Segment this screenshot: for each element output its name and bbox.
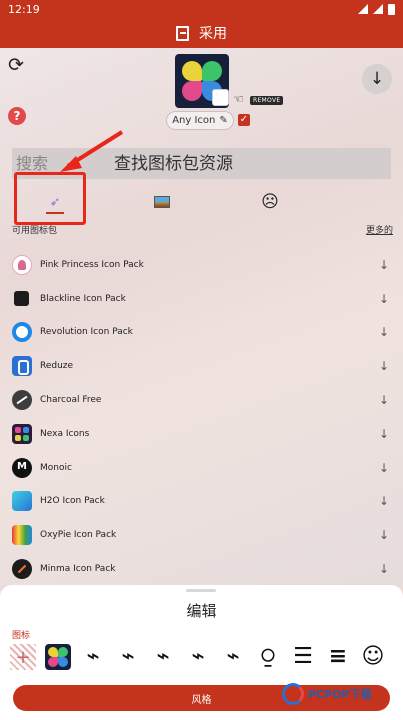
squiggle-icon[interactable]: ⌁ <box>220 644 246 670</box>
watermark-text: PCPOP下载 <box>308 688 372 701</box>
pack-name: Monoic <box>40 462 72 473</box>
pack-name: Charcoal Free <box>40 395 102 406</box>
icon-strip: ⌁ ⌁ ⌁ ⌁ ⌁ ⍜ ☰ ≡ ☺ <box>10 643 403 671</box>
pack-name: Revolution Icon Pack <box>40 327 133 338</box>
squiggle-icon[interactable]: ⌁ <box>150 644 176 670</box>
list-item[interactable]: Pink Princess Icon Pack ↓ <box>0 248 403 282</box>
section-title: 可用图标包 <box>12 226 58 236</box>
status-time: 12:19 <box>8 2 40 16</box>
pencil-icon: ✎ <box>219 115 228 126</box>
download-icon[interactable]: ↓ <box>379 258 389 272</box>
add-icon[interactable] <box>10 644 36 670</box>
any-icon-label: Any Icon <box>172 115 216 126</box>
wifi-signal-icon <box>358 4 368 14</box>
hamburger-menu-icon[interactable]: ☰ <box>290 644 316 670</box>
pointing-hand-icon: ☜ <box>233 92 244 106</box>
status-icons <box>358 3 395 15</box>
watermark-logo: PCPOP下载 <box>282 683 372 705</box>
main-panel: ⟳ ↓ ? ☜ REMOVE Any Icon ✎ ✓ 查找图标包资源 ➶ ☹ … <box>0 48 403 585</box>
pack-name: Minma Icon Pack <box>40 564 116 575</box>
pack-name: Blackline Icon Pack <box>40 293 126 304</box>
mask-toggle[interactable] <box>212 89 229 106</box>
tab-pictures[interactable] <box>150 190 174 214</box>
revolution-icon <box>12 322 32 343</box>
monoic-icon <box>12 457 32 478</box>
download-icon[interactable]: ↓ <box>379 292 389 306</box>
minma-icon <box>12 559 32 580</box>
list-item[interactable]: H2O Icon Pack ↓ <box>0 485 403 519</box>
download-icon[interactable]: ↓ <box>379 562 389 576</box>
refresh-icon[interactable]: ⟳ <box>8 54 24 76</box>
section-header: 可用图标包 更多的 <box>12 223 393 236</box>
list-item[interactable]: Minma Icon Pack ↓ <box>0 552 403 586</box>
download-icon[interactable]: ↓ <box>379 427 389 441</box>
squiggle-icon[interactable]: ⌁ <box>185 644 211 670</box>
smiley-icon[interactable]: ☺ <box>360 644 386 670</box>
list-item[interactable]: Nexa Icons ↓ <box>0 417 403 451</box>
blackline-icon <box>12 289 32 309</box>
download-icon[interactable]: ↓ <box>379 393 389 407</box>
stamp-icon[interactable]: ⍜ <box>255 644 281 670</box>
tab-emoji[interactable]: ☹ <box>258 190 282 214</box>
watermark-circle-icon <box>282 683 304 705</box>
icon-pack-list: Pink Princess Icon Pack ↓ Blackline Icon … <box>0 248 403 586</box>
squiggle-icon[interactable]: ⌁ <box>115 644 141 670</box>
list-item[interactable]: Charcoal Free ↓ <box>0 383 403 417</box>
download-icon[interactable]: ↓ <box>379 494 389 508</box>
download-icon[interactable]: ↓ <box>379 325 389 339</box>
more-link[interactable]: 更多的 <box>366 223 393 236</box>
pack-name: OxyPie Icon Pack <box>40 530 117 541</box>
download-icon[interactable]: ↓ <box>379 461 389 475</box>
download-icon[interactable]: ↓ <box>379 359 389 373</box>
download-button[interactable]: ↓ <box>362 64 392 94</box>
battery-icon <box>388 3 395 15</box>
apply-icon <box>176 25 189 41</box>
clover-petal-pink <box>182 81 202 101</box>
help-icon[interactable]: ? <box>8 107 26 125</box>
icons-label: 图标 <box>12 631 31 641</box>
tab-indicator <box>46 212 64 214</box>
app-bar-title: 采用 <box>199 26 227 42</box>
reduze-icon <box>12 356 32 377</box>
tab-rocket[interactable]: ➶ <box>43 190 67 214</box>
pack-name: Pink Princess Icon Pack <box>40 259 144 270</box>
smiley-icon: ☹ <box>261 192 279 212</box>
cell-signal-icon <box>373 4 383 14</box>
download-icon[interactable]: ↓ <box>379 528 389 542</box>
list-item[interactable]: Monoic ↓ <box>0 451 403 485</box>
list-item[interactable]: OxyPie Icon Pack ↓ <box>0 518 403 552</box>
sheet-title: 编辑 <box>186 602 217 620</box>
squiggle-icon[interactable]: ⌁ <box>80 644 106 670</box>
clover-icon[interactable] <box>45 644 71 670</box>
app-bar[interactable]: 采用 <box>0 18 403 48</box>
checkbox[interactable]: ✓ <box>238 114 250 126</box>
pack-name: Reduze <box>40 361 74 372</box>
status-bar: 12:19 <box>0 0 403 18</box>
picture-icon <box>154 196 170 208</box>
nexa-icon <box>12 423 32 444</box>
pack-name: H2O Icon Pack <box>40 496 105 507</box>
remove-badge[interactable]: REMOVE <box>250 96 284 105</box>
list-item[interactable]: Revolution Icon Pack ↓ <box>0 316 403 350</box>
rocket-icon: ➶ <box>49 194 61 210</box>
oxypie-icon <box>12 525 32 546</box>
h2o-icon <box>12 491 32 512</box>
any-icon-chip[interactable]: Any Icon ✎ <box>166 111 234 130</box>
pink-princess-icon <box>12 254 32 275</box>
pack-name: Nexa Icons <box>40 428 90 439</box>
annotation-arrow-icon <box>60 130 124 172</box>
charcoal-icon <box>12 390 32 411</box>
three-lines-icon[interactable]: ≡ <box>325 644 351 670</box>
list-item[interactable]: Blackline Icon Pack ↓ <box>0 282 403 316</box>
list-item[interactable]: Reduze ↓ <box>0 349 403 383</box>
clover-petal-green <box>202 61 222 81</box>
clover-petal-yellow <box>182 61 202 81</box>
sheet-handle[interactable] <box>186 589 216 592</box>
